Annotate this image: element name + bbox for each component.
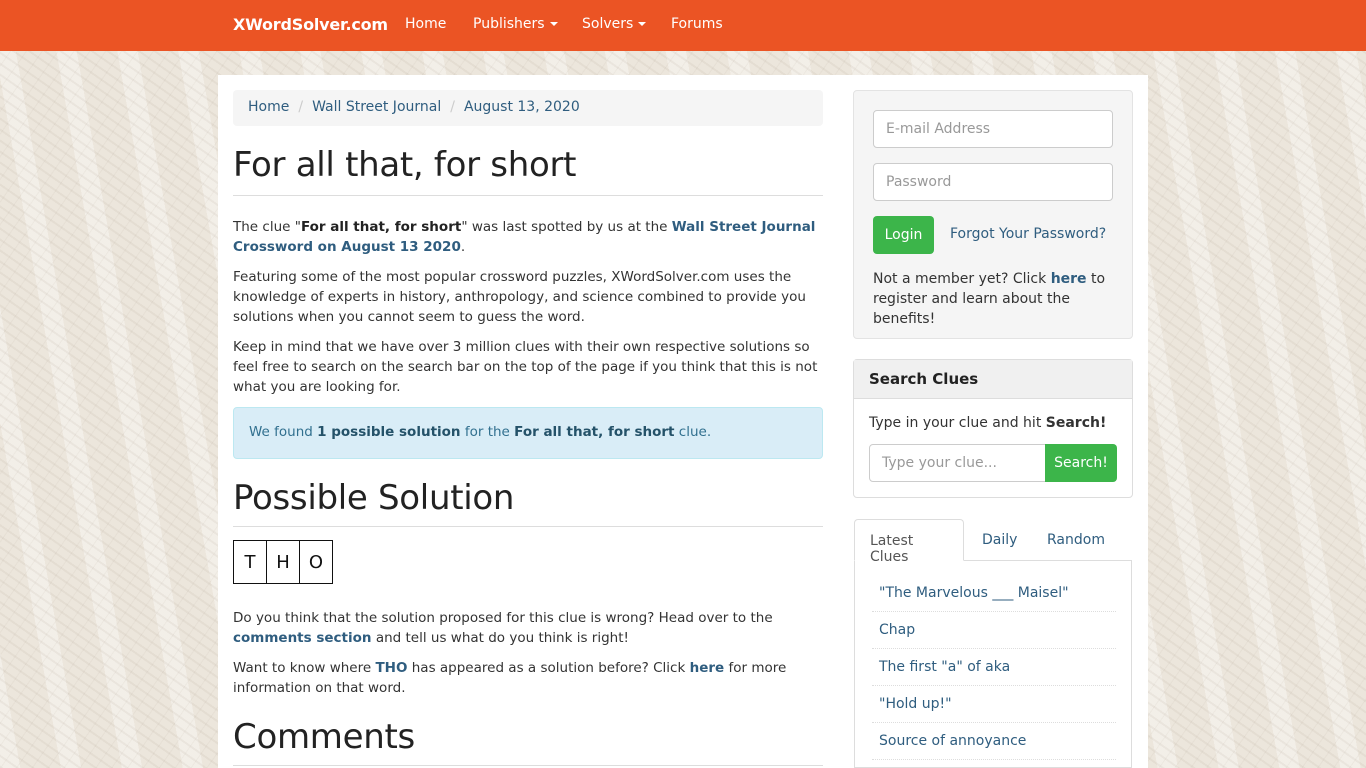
main-container: Home / Wall Street Journal / August 13, 2020… — [218, 75, 1148, 768]
solution-heading: Possible Solution — [233, 478, 823, 527]
text: Do you think that the solution proposed … — [233, 610, 773, 626]
email-field[interactable]: E-mail Address — [873, 110, 1113, 148]
clue-search-input[interactable]: Type your clue... — [869, 444, 1046, 482]
text: . — [460, 239, 466, 255]
nav-publishers-label: Publishers — [473, 16, 545, 32]
text: has appeared as a solution before? Click — [407, 660, 690, 676]
list-item[interactable]: Source of annoyance — [872, 723, 1116, 760]
nav-solvers-label: Solvers — [582, 16, 634, 32]
breadcrumb-separator: / — [450, 99, 455, 115]
list-item[interactable]: Chap — [872, 612, 1116, 649]
text: Not a member yet? Click — [873, 271, 1051, 287]
clue-tabs: Latest Clues Daily Random — [854, 519, 1132, 565]
brand-logo[interactable]: XWordSolver.com — [233, 15, 388, 34]
clue-intro-text: The clue "For all that, for short" was l… — [233, 217, 823, 257]
here-link[interactable]: here — [690, 660, 725, 676]
login-box: E-mail Address Password Login Forgot You… — [853, 90, 1133, 339]
breadcrumb-separator: / — [298, 99, 304, 115]
text: Want to know where — [233, 660, 376, 676]
nav-forums[interactable]: Forums — [671, 16, 723, 32]
search-button[interactable]: Search! — [1045, 444, 1117, 482]
breadcrumb-home[interactable]: Home — [248, 99, 289, 115]
text: and tell us what do you think is right! — [371, 630, 629, 646]
caret-down-icon — [549, 22, 558, 26]
breadcrumb-publisher[interactable]: Wall Street Journal — [312, 99, 441, 115]
search-clues-panel: Search Clues Type in your clue and hit S… — [853, 359, 1133, 498]
list-item[interactable]: "The Marvelous ___ Maisel" — [872, 575, 1116, 612]
latest-clues-list: "The Marvelous ___ Maisel" Chap The firs… — [854, 561, 1132, 768]
clue-text: For all that, for short — [514, 424, 675, 440]
text: We found — [249, 424, 318, 440]
nav-home[interactable]: Home — [405, 16, 446, 32]
nav-publishers[interactable]: Publishers — [473, 16, 558, 32]
text: for the — [460, 424, 515, 440]
breadcrumb-date[interactable]: August 13, 2020 — [464, 99, 580, 115]
text: Type in your clue and hit — [869, 415, 1046, 431]
login-button[interactable]: Login — [873, 216, 934, 254]
text: " was last spotted by us at the — [461, 219, 672, 235]
description-text: Featuring some of the most popular cross… — [233, 269, 806, 325]
list-item[interactable]: "Hold up!" — [872, 686, 1116, 723]
tip-text: Keep in mind that we have over 3 million… — [233, 339, 818, 395]
letter-box: O — [299, 540, 333, 584]
register-link[interactable]: here — [1051, 271, 1087, 287]
list-item[interactable]: The first "a" of aka — [872, 649, 1116, 686]
word-history-text: Want to know where THO has appeared as a… — [233, 658, 823, 698]
search-hint: Type in your clue and hit Search! — [869, 415, 1106, 431]
result-alert: We found 1 possible solution for the For… — [233, 407, 823, 459]
word-link[interactable]: THO — [375, 660, 407, 676]
nav-solvers[interactable]: Solvers — [582, 16, 647, 32]
solution-count: 1 possible solution — [317, 424, 461, 440]
password-field[interactable]: Password — [873, 163, 1113, 201]
panel-heading: Search Clues — [854, 360, 1132, 399]
top-navbar: XWordSolver.com Home Publishers Solvers … — [0, 0, 1366, 51]
comments-link[interactable]: comments section — [233, 630, 372, 646]
hint-bold: Search! — [1045, 415, 1107, 431]
tab-daily[interactable]: Daily — [967, 519, 1032, 561]
page-title: For all that, for short — [233, 145, 823, 196]
tab-latest-clues[interactable]: Latest Clues — [854, 519, 964, 565]
clue-text: For all that, for short — [300, 219, 462, 235]
comments-heading: Comments — [233, 717, 823, 766]
register-text: Not a member yet? Click here to register… — [873, 269, 1118, 329]
solution-letters: T H O — [233, 540, 333, 584]
letter-box: T — [233, 540, 267, 584]
caret-down-icon — [638, 22, 647, 26]
breadcrumb: Home / Wall Street Journal / August 13, 2020 — [233, 90, 823, 126]
text: The clue " — [233, 219, 301, 235]
text: clue. — [674, 424, 712, 440]
letter-box: H — [266, 540, 300, 584]
forgot-password-link[interactable]: Forgot Your Password? — [950, 226, 1106, 242]
wrong-solution-text: Do you think that the solution proposed … — [233, 608, 823, 648]
tab-random[interactable]: Random — [1032, 519, 1120, 561]
